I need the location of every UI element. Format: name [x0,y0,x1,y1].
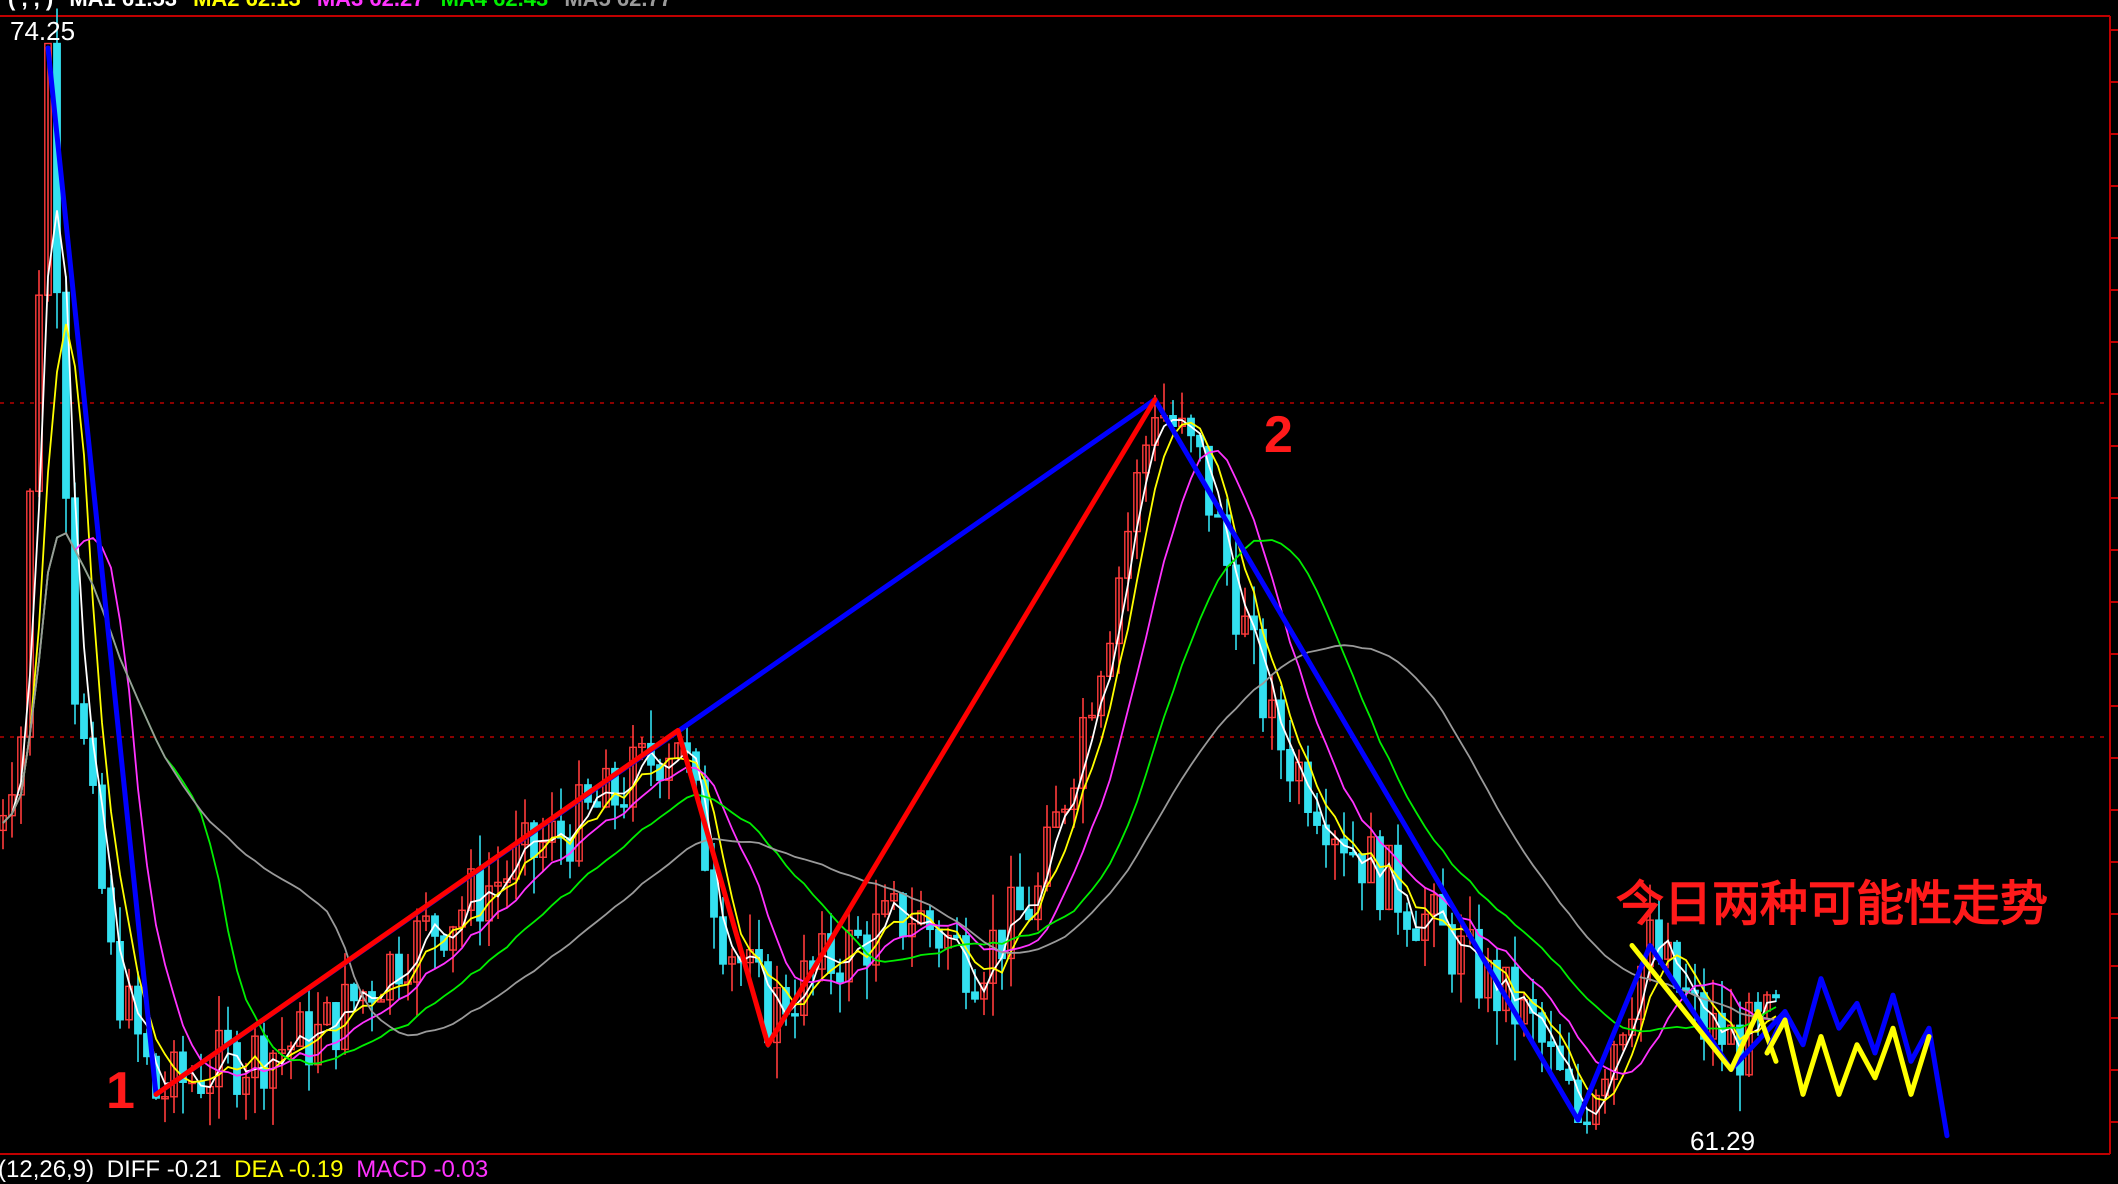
candlestick-chart: 74.25 61.29 1 2 今日两种可能性走势 [0,8,2118,1156]
macd-legend: (12,26,9) DIFF -0.21 DEA -0.19 MACD -0.0… [0,1156,494,1184]
candle-down [1259,628,1267,719]
candle-down [1286,748,1294,782]
candle-down [1313,811,1321,826]
candle-down [1412,928,1420,941]
candle-down [134,985,142,1035]
candle-down [854,929,862,936]
candle-down [1583,1121,1591,1126]
ma2-line [2,323,1777,1102]
candle-down [260,1035,268,1089]
candle-down [1403,911,1411,930]
ma4-line [2,532,1777,1065]
candle-down [116,941,124,1021]
candle-down [971,991,979,1000]
macd-dea: DEA -0.19 [234,1156,344,1183]
low-price-label: 61.29 [1690,1126,1755,1156]
ma1-line [2,210,1777,1116]
annotation-text: 今日两种可能性走势 [1616,876,2048,932]
candle-down [1277,699,1285,751]
candle-down [836,972,844,983]
candle-down [1772,994,1780,999]
candle-down [1475,928,1483,999]
macd-value: MACD -0.03 [356,1156,489,1183]
blue-trend-line [45,45,1788,1123]
wave-label-2: 2 [1264,406,1293,464]
ma5-line [2,532,1777,1037]
candle-down [1016,886,1024,911]
candle-down [80,703,88,739]
candle-down [791,1013,799,1017]
candle-down [1547,1041,1555,1047]
candle-down [620,804,628,808]
wave-label-1: 1 [106,1062,135,1120]
candle-down [899,893,907,938]
high-price-label: 74.25 [10,16,75,46]
candle-down [1232,564,1240,635]
macd-params: (12,26,9) [0,1156,95,1183]
macd-diff: DIFF -0.21 [106,1156,222,1183]
candle-down [350,983,358,1002]
